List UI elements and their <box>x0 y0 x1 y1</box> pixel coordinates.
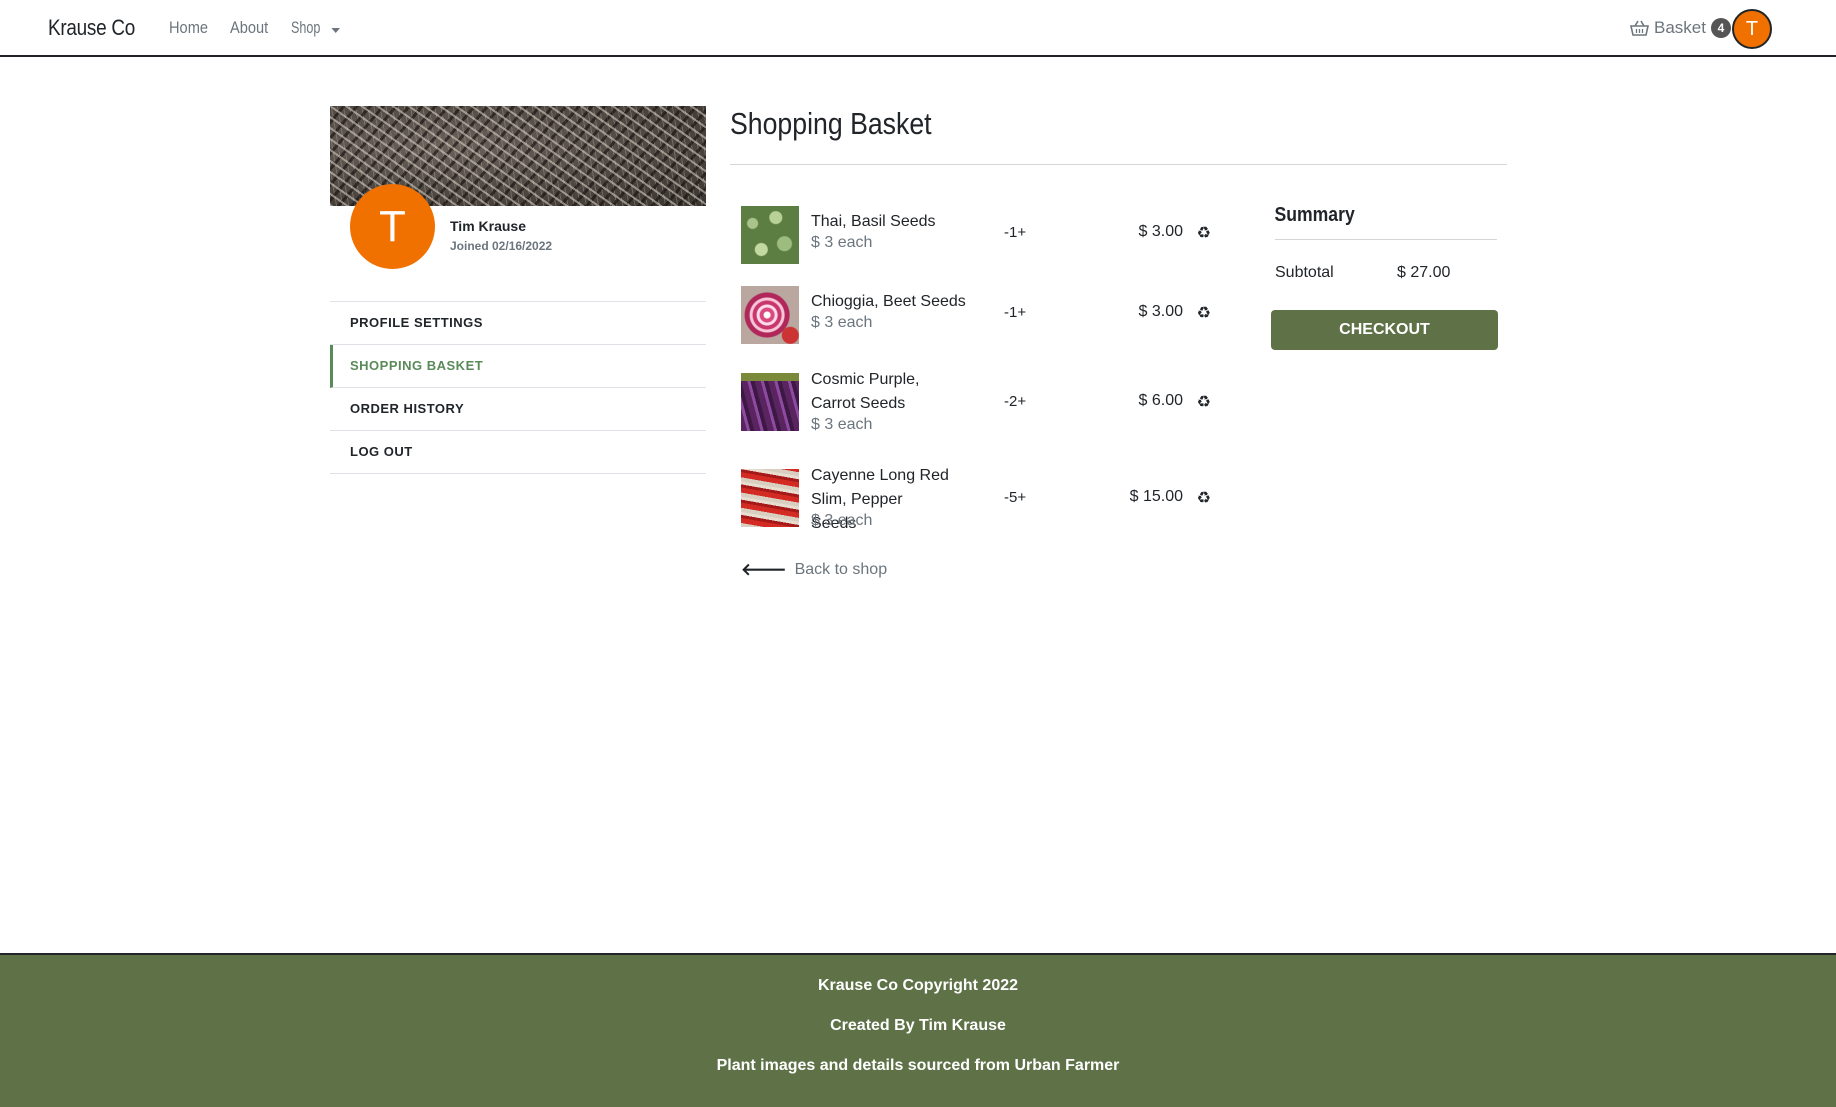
menu-item-shopping-basket[interactable]: SHOPPING BASKET <box>330 345 706 388</box>
basket-item: Cayenne Long Red Slim, Pepper Seeds $ 3 … <box>741 464 1211 544</box>
account-menu: PROFILE SETTINGS SHOPPING BASKET ORDER H… <box>330 301 706 474</box>
quantity-stepper[interactable]: -5+ <box>1004 489 1026 506</box>
chevron-down-icon <box>331 28 341 33</box>
site-footer: Krause Co Copyright 2022 Created By Tim … <box>0 953 1836 1107</box>
basket-link[interactable]: Basket 4 <box>1630 18 1731 38</box>
summary-title: Summary <box>1274 204 1355 226</box>
nav-shop-label: Shop <box>290 18 321 37</box>
top-navbar: Krause Co Home About Shop Basket 4 T <box>0 0 1836 57</box>
profile-joined-date: Joined 02/16/2022 <box>450 239 553 253</box>
item-total: $ 3.00 <box>1138 223 1183 240</box>
remove-item-icon[interactable]: ♻ <box>1197 488 1211 508</box>
back-to-shop-link[interactable]: 🡐 Back to shop <box>741 560 887 580</box>
item-unit-price: $ 3 each <box>811 416 873 433</box>
footer-copyright: Krause Co Copyright 2022 <box>817 977 1019 994</box>
title-divider <box>730 164 1507 165</box>
footer-source-note: Plant images and details sourced from Ur… <box>716 1057 1120 1074</box>
menu-item-order-history[interactable]: ORDER HISTORY <box>330 388 706 431</box>
remove-item-icon[interactable]: ♻ <box>1197 392 1211 412</box>
back-to-shop-label: Back to shop <box>794 561 888 578</box>
remove-item-icon[interactable]: ♻ <box>1197 223 1211 243</box>
summary-divider <box>1275 239 1497 240</box>
basket-item: Cosmic Purple, Carrot Seeds $ 3 each -2+… <box>741 368 1211 448</box>
nav-home-link[interactable]: Home <box>169 18 208 38</box>
item-name[interactable]: Chioggia, Beet Seeds <box>811 290 971 314</box>
item-unit-price: $ 3 each <box>811 512 873 529</box>
basket-item: Chioggia, Beet Seeds $ 3 each -1+ $ 3.00… <box>741 286 1211 344</box>
item-name[interactable]: Thai, Basil Seeds <box>811 210 951 234</box>
remove-item-icon[interactable]: ♻ <box>1197 303 1211 323</box>
profile-sidebar: T Tim Krause Joined 02/16/2022 PROFILE S… <box>330 106 706 474</box>
nav-shop-dropdown[interactable]: Shop <box>290 18 341 38</box>
menu-item-profile-settings[interactable]: PROFILE SETTINGS <box>330 302 706 345</box>
quantity-stepper[interactable]: -2+ <box>1004 393 1026 410</box>
quantity-stepper[interactable]: -1+ <box>1004 224 1026 241</box>
product-thumbnail[interactable] <box>741 206 799 264</box>
product-thumbnail[interactable] <box>741 373 799 431</box>
subtotal-value: $ 27.00 <box>1397 264 1451 281</box>
item-total: $ 3.00 <box>1138 303 1183 320</box>
user-avatar[interactable]: T <box>1732 9 1772 49</box>
item-unit-price: $ 3 each <box>811 314 873 331</box>
subtotal-label: Subtotal <box>1275 264 1334 281</box>
basket-label: Basket <box>1654 18 1706 37</box>
checkout-button[interactable]: CHECKOUT <box>1271 310 1498 350</box>
item-total: $ 15.00 <box>1129 488 1183 505</box>
quantity-stepper[interactable]: -1+ <box>1004 304 1026 321</box>
basket-item: Thai, Basil Seeds $ 3 each -1+ $ 3.00 ♻ <box>741 206 1211 264</box>
item-total: $ 6.00 <box>1138 392 1183 409</box>
profile-avatar: T <box>350 184 435 269</box>
menu-item-log-out[interactable]: LOG OUT <box>330 431 706 474</box>
item-unit-price: $ 3 each <box>811 234 873 251</box>
page-title: Shopping Basket <box>730 106 932 141</box>
footer-credit: Created By Tim Krause <box>830 1017 1006 1034</box>
item-name[interactable]: Cosmic Purple, Carrot Seeds <box>811 368 951 416</box>
profile-name: Tim Krause <box>450 218 526 234</box>
arrow-left-icon: 🡐 <box>741 560 787 579</box>
basket-count-badge: 4 <box>1710 18 1731 38</box>
product-thumbnail[interactable] <box>741 286 799 344</box>
nav-links: Home About Shop <box>169 18 348 38</box>
order-summary: Summary Subtotal $ 27.00 CHECKOUT <box>1271 204 1499 350</box>
nav-about-link[interactable]: About <box>230 18 268 38</box>
basket-icon <box>1630 20 1649 36</box>
brand-logo[interactable]: Krause Co <box>48 15 135 41</box>
product-thumbnail[interactable] <box>741 469 799 527</box>
